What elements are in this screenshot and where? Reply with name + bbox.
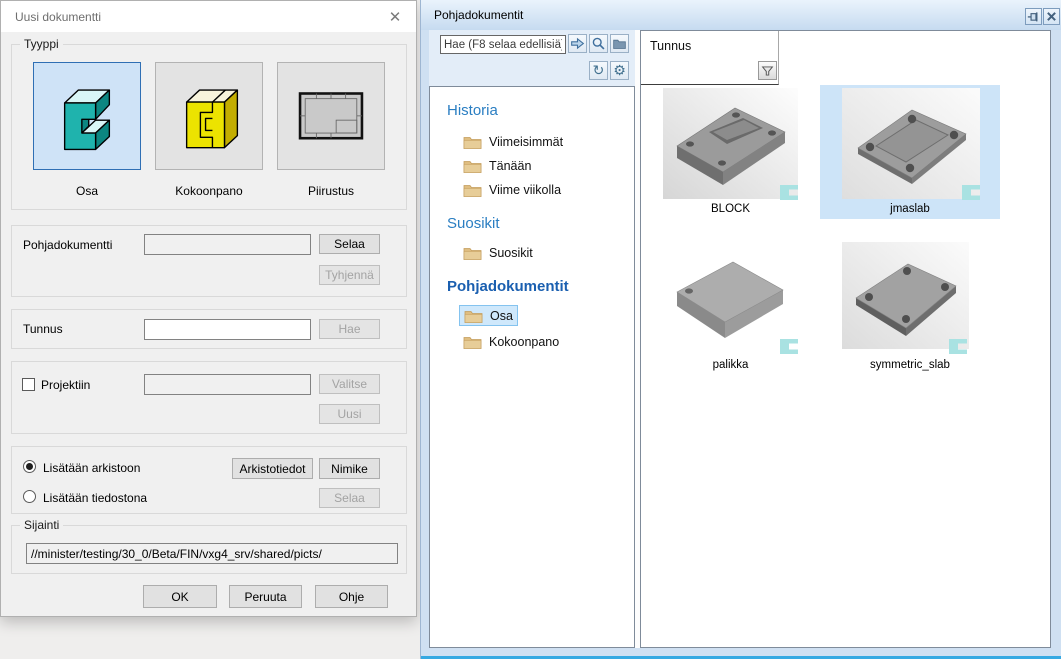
folder-icon [463, 335, 482, 349]
tree-item-kokoonpano[interactable]: Kokoonpano [459, 331, 563, 352]
id-input[interactable] [144, 319, 311, 340]
tree-item-viime-viikolla[interactable]: Viime viikolla [459, 179, 565, 200]
thumbnail-symmetric-slab[interactable] [842, 242, 969, 352]
new-document-dialog: Uusi dokumentti ✕ Tyyppi [0, 0, 417, 617]
part-type-badge-icon [962, 185, 981, 201]
cancel-button[interactable]: Peruuta [229, 585, 302, 608]
type-tile-osa[interactable] [33, 62, 141, 170]
dialog-title: Uusi dokumentti [15, 10, 101, 24]
file-radio[interactable] [23, 490, 36, 503]
thumbnail-label: palikka [663, 359, 798, 371]
open-folder-icon[interactable] [610, 34, 629, 53]
search-zone: ↻ ⚙ [429, 30, 635, 86]
symmetric-slab-part-image [842, 242, 969, 349]
thumbnail-label: jmaslab [820, 203, 1000, 215]
tree-section-historia: Historia [447, 102, 498, 119]
tree-section-suosikit: Suosikit [447, 215, 500, 232]
folder-icon [463, 159, 482, 173]
part-type-badge-icon [949, 339, 968, 355]
item-button[interactable]: Nimike [319, 458, 380, 479]
panel-title: Pohjadokumentit [434, 8, 523, 22]
filter-icon[interactable] [758, 61, 777, 80]
search-icon[interactable] [589, 34, 608, 53]
type-label-piirustus: Piirustus [277, 184, 385, 198]
folder-icon [463, 135, 482, 149]
template-browse-button[interactable]: Selaa [319, 234, 380, 254]
tree-item-tanaan[interactable]: Tänään [459, 155, 535, 176]
type-label-kokoonpano: Kokoonpano [155, 184, 263, 198]
thumbnail-block[interactable] [663, 88, 798, 202]
type-group-label: Tyyppi [20, 37, 63, 51]
block-part-image [663, 88, 798, 199]
gear-icon[interactable]: ⚙ [610, 61, 629, 80]
project-new-button[interactable]: Uusi [319, 404, 380, 424]
type-label-osa: Osa [33, 184, 141, 198]
ok-button[interactable]: OK [143, 585, 217, 608]
folder-icon [463, 246, 482, 260]
project-input[interactable] [144, 374, 311, 395]
template-documents-panel: Pohjadokumentit [420, 0, 1061, 659]
close-icon[interactable]: ✕ [386, 8, 404, 26]
id-search-button[interactable]: Hae [319, 319, 380, 339]
assembly-yellow-cube-icon [166, 72, 252, 161]
folder-icon [464, 309, 483, 323]
drawing-sheet-icon [288, 72, 374, 161]
template-input[interactable] [144, 234, 311, 255]
pin-icon[interactable] [1025, 8, 1042, 25]
file-radio-label: Lisätään tiedostona [43, 491, 147, 505]
archive-radio[interactable] [23, 460, 36, 473]
search-input[interactable] [440, 35, 566, 54]
location-path-field [26, 543, 398, 564]
thumbnail-palikka[interactable] [663, 242, 798, 352]
column-header-tunnus[interactable]: Tunnus [641, 31, 779, 85]
panel-close-icon[interactable] [1043, 8, 1060, 25]
project-field-label: Projektiin [41, 378, 90, 392]
tree-section-pohjadokumentit: Pohjadokumentit [447, 278, 569, 295]
refresh-icon[interactable]: ↻ [589, 61, 608, 80]
template-clear-button[interactable]: Tyhjennä [319, 265, 380, 285]
archive-info-button[interactable]: Arkistotiedot [232, 458, 313, 479]
location-group-label: Sijainti [20, 518, 63, 532]
tree-item-suosikit[interactable]: Suosikit [459, 242, 537, 263]
thumbnail-label: symmetric_slab [820, 359, 1000, 371]
project-select-button[interactable]: Valitse [319, 374, 380, 394]
part-teal-block-icon [44, 72, 130, 161]
tree-item-osa[interactable]: Osa [459, 305, 518, 326]
part-type-badge-icon [780, 185, 799, 201]
file-browse-button[interactable]: Selaa [319, 488, 380, 508]
id-field-label: Tunnus [23, 322, 63, 336]
part-type-badge-icon [780, 339, 799, 355]
panel-titlebar: Pohjadokumentit [421, 0, 1061, 30]
template-field-label: Pohjadokumentti [23, 238, 112, 252]
type-tile-piirustus[interactable] [277, 62, 385, 170]
go-arrow-icon[interactable] [568, 34, 587, 53]
type-tile-kokoonpano[interactable] [155, 62, 263, 170]
tree-item-viimeisimmat[interactable]: Viimeisimmät [459, 131, 567, 152]
tree-pane: Historia Viimeisimmät Tänään Viime viiko… [429, 86, 635, 648]
project-checkbox[interactable] [22, 378, 35, 391]
thumbnail-jmaslab[interactable] [842, 88, 980, 202]
folder-icon [463, 183, 482, 197]
help-button[interactable]: Ohje [315, 585, 388, 608]
thumbnail-label: BLOCK [663, 203, 798, 215]
palikka-part-image [663, 242, 798, 349]
dialog-titlebar: Uusi dokumentti ✕ [1, 1, 416, 32]
archive-radio-label: Lisätään arkistoon [43, 461, 140, 475]
content-pane: Tunnus [640, 30, 1051, 648]
jmaslab-part-image [842, 88, 980, 199]
